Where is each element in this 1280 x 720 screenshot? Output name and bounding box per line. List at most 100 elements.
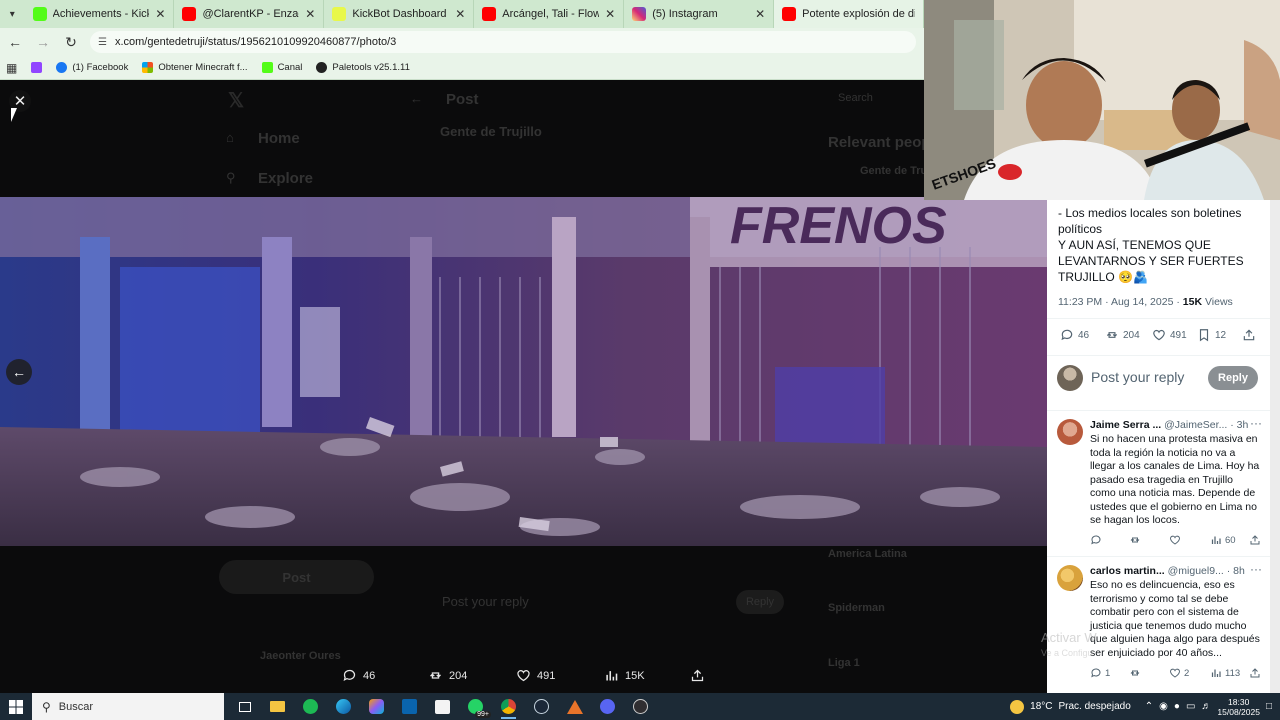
photo-reply-action[interactable]: 46 (342, 668, 375, 683)
reply-composer: Post your reply Reply (1057, 364, 1260, 392)
app-a-icon[interactable] (558, 693, 591, 720)
reply-icon (1091, 668, 1101, 678)
photo-repost-action[interactable]: 204 (428, 668, 467, 683)
photo-like-action[interactable]: 491 (516, 668, 555, 683)
weather-text[interactable]: Prac. despejado (1059, 701, 1131, 712)
bookmark-action[interactable]: 12 (1197, 328, 1226, 342)
bookmark-label: Obtener Minecraft f... (158, 62, 248, 73)
volume-icon[interactable]: ♬ (1201, 701, 1211, 712)
facebook-icon (56, 62, 68, 73)
store-icon[interactable] (426, 693, 459, 720)
post-photo[interactable]: FRENOS (0, 197, 1047, 546)
notifications-icon[interactable]: □ (1266, 701, 1272, 712)
network-icon[interactable]: ◉ (1159, 701, 1168, 712)
discord-icon[interactable] (591, 693, 624, 720)
share-icon (1243, 329, 1255, 341)
tab-1[interactable]: Achievements - Kick Dashboard ✕ (25, 0, 175, 28)
comment-reply-action[interactable] (1090, 534, 1102, 546)
bookmark-facebook[interactable]: (1) Facebook (56, 62, 128, 73)
apps-grid-icon[interactable]: ▦ (6, 61, 17, 75)
bookmark-canal[interactable]: Canal (261, 62, 303, 73)
comment-like-action[interactable]: 2 (1169, 667, 1189, 679)
weather-temp[interactable]: 18°C (1030, 701, 1052, 712)
battery-icon[interactable]: ▭ (1186, 701, 1195, 712)
reply-button[interactable]: Reply (1208, 366, 1258, 390)
comment-2[interactable]: carlos martin... @miguel9... · 8h ··· Es… (1047, 562, 1270, 693)
steam-icon[interactable] (525, 693, 558, 720)
comment-like-action[interactable] (1169, 534, 1181, 546)
taskbar-search[interactable]: ⚲ Buscar (32, 693, 224, 720)
comment-time: 3h (1236, 419, 1249, 431)
reload-icon[interactable]: ↻ (62, 33, 80, 51)
photo-views-action[interactable]: 15K (604, 668, 645, 683)
tab-title: Arcángel, Tali - Flow Cabrón (V (502, 8, 600, 20)
close-tab-icon[interactable]: ✕ (305, 7, 315, 21)
divider (1047, 318, 1270, 319)
bookmark-minecraft[interactable]: Obtener Minecraft f... (142, 62, 248, 73)
comment-reply-action[interactable]: 1 (1090, 667, 1110, 679)
weather-icon[interactable] (1010, 699, 1025, 714)
task-view-icon[interactable] (228, 693, 261, 720)
browser-tab-bar: ▾ Achievements - Kick Dashboard ✕ @Claren… (0, 0, 925, 28)
close-tab-icon[interactable]: ✕ (755, 7, 765, 21)
tab-4[interactable]: Arcángel, Tali - Flow Cabrón (V ✕ (474, 0, 625, 28)
bookmark-twitch[interactable] (31, 62, 43, 73)
comment-author[interactable]: Jaime Serra ... (1090, 419, 1161, 431)
back-icon[interactable]: ← (6, 33, 24, 51)
comment-views-action[interactable]: 113 (1210, 667, 1240, 679)
repost-action[interactable]: 204 (1105, 328, 1140, 342)
comment-like-count: 2 (1184, 667, 1190, 679)
spotify-icon[interactable] (294, 693, 327, 720)
system-tray: 18°C Prac. despejado ⌃ ◉ ● ▭ ♬ 18:30 15/… (1010, 693, 1280, 720)
forward-icon[interactable]: → (34, 33, 52, 51)
photo-share-action[interactable] (690, 668, 705, 683)
tab-2[interactable]: @ClarentKP - Enzaciao - YouTube ✕ (174, 0, 325, 28)
instagram-icon (632, 7, 647, 21)
comment-1[interactable]: Jaime Serra ... @JaimeSer... · 3h ··· Si… (1047, 416, 1270, 549)
close-tab-icon[interactable]: ✕ (155, 7, 165, 21)
like-action[interactable]: 491 (1152, 328, 1187, 342)
comment-text: Si no hacen una protesta masiva en toda … (1090, 433, 1260, 526)
clock[interactable]: 18:30 15/08/2025 (1217, 697, 1260, 717)
close-tab-icon[interactable]: ✕ (455, 7, 465, 21)
more-icon[interactable]: ··· (1250, 562, 1262, 576)
share-icon (691, 669, 704, 682)
bookmark-paletools[interactable]: Paletools v25.1.11 (316, 62, 410, 73)
url-input[interactable]: ☰ x.com/gentedetruji/status/195621010992… (90, 31, 916, 53)
start-button[interactable] (0, 693, 32, 720)
tab-search-button[interactable]: ▾ (0, 0, 25, 28)
obs-icon[interactable] (624, 693, 657, 720)
comment-repost-action[interactable] (1129, 534, 1141, 546)
copilot-icon[interactable] (360, 693, 393, 720)
file-explorer-icon[interactable] (261, 693, 294, 720)
reply-input[interactable]: Post your reply (1091, 369, 1184, 385)
bookmark-label: Canal (277, 62, 303, 73)
comment-share-action[interactable] (1249, 667, 1261, 679)
more-icon[interactable]: ··· (1250, 416, 1262, 430)
comment-views-action[interactable]: 60 (1210, 534, 1236, 546)
twitch-icon (31, 62, 43, 73)
reply-action[interactable]: 46 (1060, 328, 1089, 342)
chrome-icon[interactable] (492, 693, 525, 720)
microphone-icon[interactable]: ● (1174, 701, 1180, 712)
previous-photo-button[interactable]: ← (6, 359, 32, 385)
site-info-icon[interactable]: ☰ (98, 37, 107, 48)
bg-back-icon: ← (410, 91, 423, 106)
tweet-date: Aug 14, 2025 (1110, 296, 1174, 308)
scrollbar[interactable] (1270, 200, 1280, 693)
comment-repost-action[interactable] (1129, 667, 1141, 679)
bg-post-button: Post (219, 560, 374, 594)
comment-author[interactable]: carlos martin... (1090, 565, 1165, 577)
tab-5[interactable]: (5) Instagram ✕ (624, 0, 775, 28)
share-action[interactable] (1242, 328, 1256, 342)
comment-share-action[interactable] (1249, 534, 1261, 546)
outlook-icon[interactable] (393, 693, 426, 720)
whatsapp-icon[interactable]: 99+ (459, 693, 492, 720)
bookmark-count: 12 (1215, 329, 1227, 341)
tab-6[interactable]: Potente explosión de di (774, 0, 925, 28)
chevron-up-icon[interactable]: ⌃ (1145, 701, 1153, 712)
edge-icon[interactable] (327, 693, 360, 720)
taskbar-search-placeholder: Buscar (58, 700, 94, 713)
close-tab-icon[interactable]: ✕ (605, 7, 615, 21)
tab-3[interactable]: KickBot Dashboard ✕ (324, 0, 475, 28)
